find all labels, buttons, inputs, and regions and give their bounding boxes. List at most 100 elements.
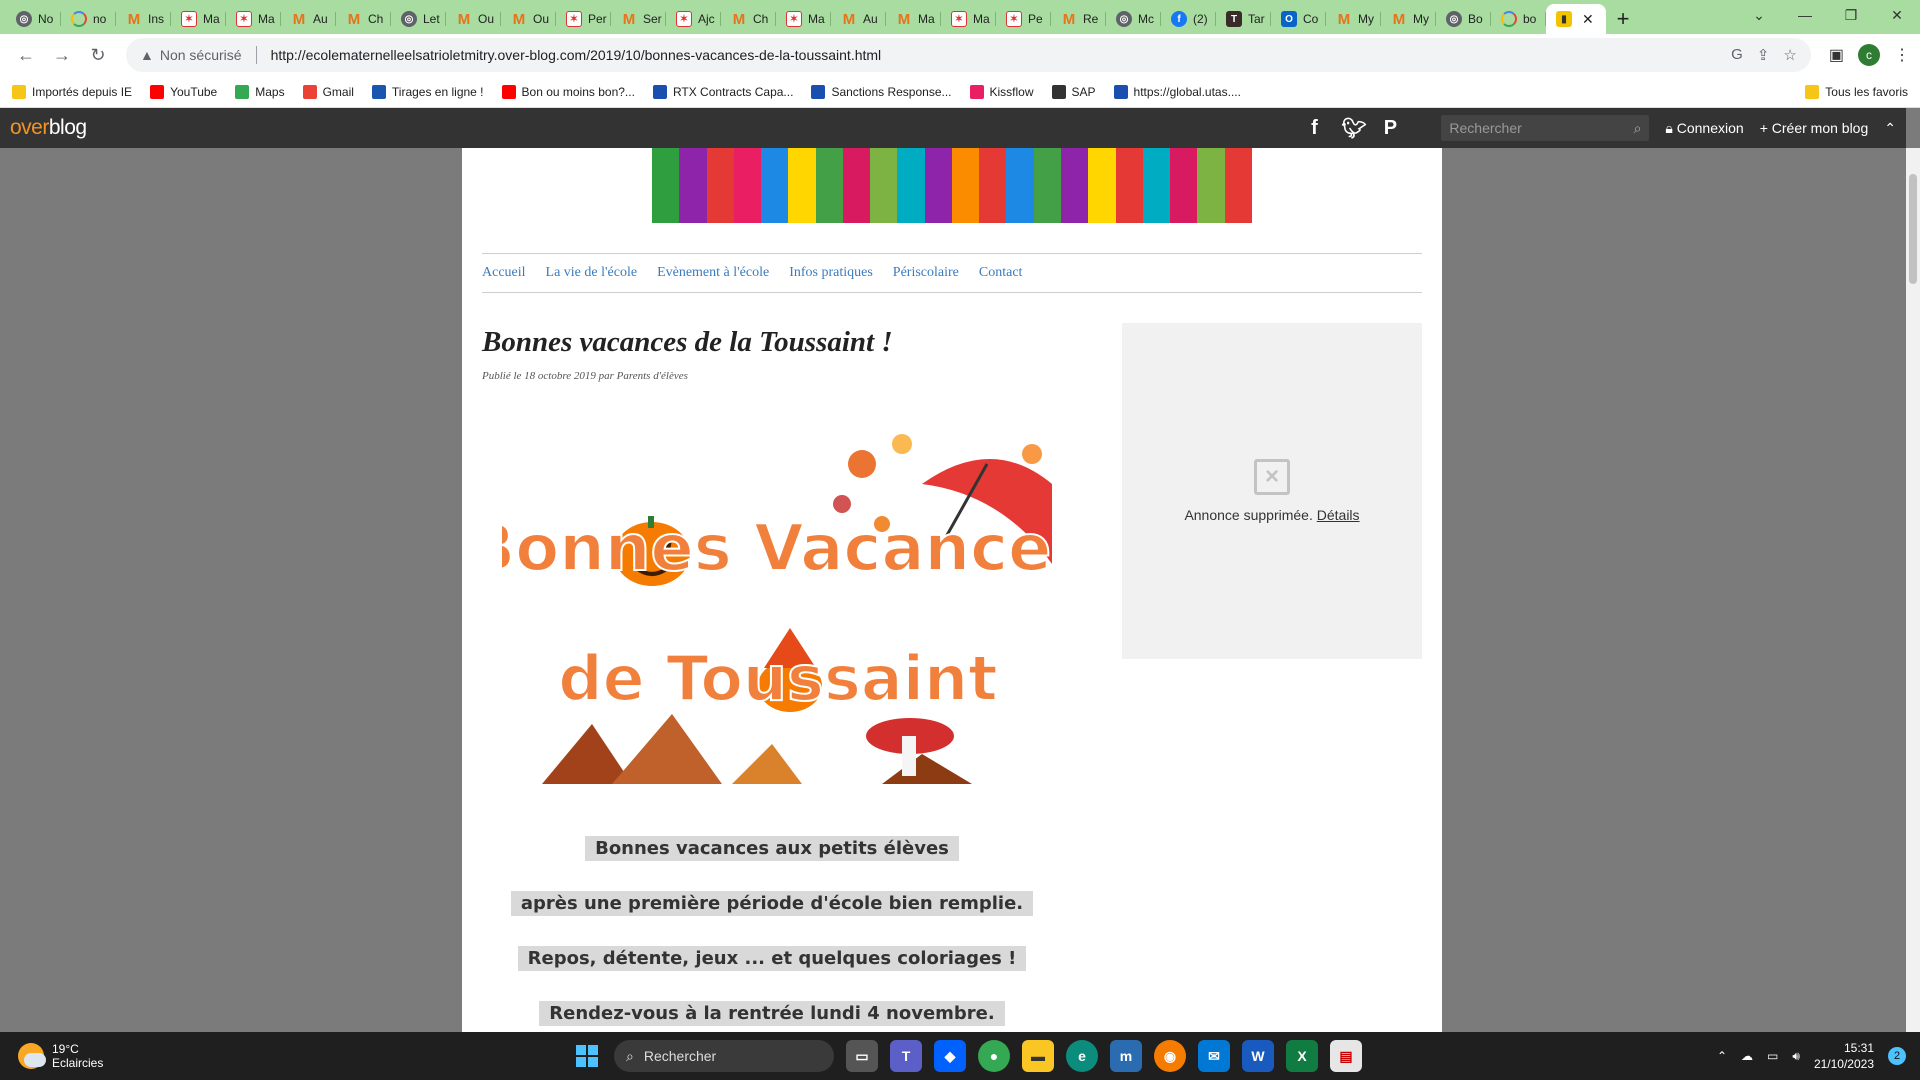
- scrollbar-thumb[interactable]: [1909, 174, 1917, 284]
- tab-item[interactable]: ◎ Mc: [1106, 4, 1161, 34]
- new-tab-button[interactable]: +: [1606, 4, 1640, 34]
- bookmark-star-icon[interactable]: ☆: [1783, 46, 1796, 64]
- tab-item[interactable]: ◎ Bo: [1436, 4, 1491, 34]
- pinterest-icon[interactable]: P: [1379, 117, 1401, 140]
- close-tab-icon[interactable]: ✕: [1582, 11, 1594, 28]
- m-favicon-icon: M: [1062, 10, 1076, 28]
- nav-link[interactable]: Infos pratiques: [789, 265, 873, 281]
- search-icon[interactable]: ⌕: [1634, 120, 1642, 137]
- bookmark-all-favorites[interactable]: Tous les favoris: [1805, 84, 1908, 99]
- facebook-icon[interactable]: f: [1303, 117, 1325, 140]
- address-bar[interactable]: ▲ Non sécurisé http://ecolematernelleels…: [126, 38, 1811, 72]
- notification-badge[interactable]: 2: [1888, 1047, 1906, 1065]
- tab-item[interactable]: bo: [1491, 4, 1546, 34]
- collapse-chevron-icon[interactable]: ⌃: [1884, 120, 1896, 137]
- browser-app-icon[interactable]: ◉: [1154, 1040, 1186, 1072]
- minimize-icon[interactable]: —: [1782, 0, 1828, 30]
- excel-icon[interactable]: X: [1286, 1040, 1318, 1072]
- nav-link[interactable]: Evènement à l'école: [657, 265, 769, 281]
- tab-item[interactable]: O Co: [1271, 4, 1326, 34]
- teams-icon[interactable]: T: [890, 1040, 922, 1072]
- tab-item[interactable]: M Au: [281, 4, 336, 34]
- task-view-icon[interactable]: ▭: [846, 1040, 878, 1072]
- bookmark-item[interactable]: Tirages en ligne !: [371, 84, 484, 99]
- volume-icon[interactable]: 🔊︎: [1792, 1049, 1800, 1064]
- bookmark-item[interactable]: Importés depuis IE: [12, 84, 132, 99]
- overblog-logo[interactable]: overblog: [10, 116, 87, 140]
- nav-link[interactable]: Accueil: [482, 265, 526, 281]
- tab-item[interactable]: ◎ Let: [391, 4, 446, 34]
- edge-icon[interactable]: e: [1066, 1040, 1098, 1072]
- create-blog-link[interactable]: + Créer mon blog: [1760, 120, 1869, 136]
- twitter-icon[interactable]: 🐦︎: [1341, 116, 1366, 141]
- tab-item[interactable]: M Ou: [446, 4, 501, 34]
- tab-item[interactable]: ✶ Per: [556, 4, 611, 34]
- tab-item[interactable]: ✶ Ma: [776, 4, 831, 34]
- bookmark-item[interactable]: https://global.utas....: [1113, 84, 1241, 99]
- app-icon[interactable]: m: [1110, 1040, 1142, 1072]
- tab-item[interactable]: M Ser: [611, 4, 666, 34]
- tab-item[interactable]: M Ch: [336, 4, 391, 34]
- network-icon[interactable]: ▭: [1767, 1049, 1778, 1063]
- taskbar-search[interactable]: ⌕ Rechercher: [614, 1040, 834, 1072]
- mail-icon[interactable]: ✉: [1198, 1040, 1230, 1072]
- forward-arrow-icon[interactable]: →: [46, 39, 78, 71]
- tab-item[interactable]: M Re: [1051, 4, 1106, 34]
- file-explorer-icon[interactable]: ▬: [1022, 1040, 1054, 1072]
- tab-item[interactable]: M Au: [831, 4, 886, 34]
- tab-item[interactable]: ✶ Ajc: [666, 4, 721, 34]
- notepad-icon[interactable]: ▤: [1330, 1040, 1362, 1072]
- profile-avatar[interactable]: c: [1858, 44, 1880, 66]
- ad-details-link[interactable]: Détails: [1317, 507, 1360, 523]
- word-icon[interactable]: W: [1242, 1040, 1274, 1072]
- restore-icon[interactable]: ❐: [1828, 0, 1874, 30]
- tab-active[interactable]: ▮ ✕: [1546, 4, 1606, 34]
- nav-link[interactable]: Périscolaire: [893, 265, 959, 281]
- tab-item[interactable]: ✶ Ma: [171, 4, 226, 34]
- nav-link[interactable]: Contact: [979, 265, 1023, 281]
- bookmark-item[interactable]: SAP: [1051, 84, 1096, 99]
- show-hidden-icons-chevron-icon[interactable]: ⌃: [1717, 1049, 1727, 1063]
- bookmark-item[interactable]: YouTube: [150, 84, 217, 99]
- reload-icon[interactable]: ↻: [82, 39, 114, 71]
- tab-item[interactable]: T Tar: [1216, 4, 1271, 34]
- tab-item[interactable]: M Ins: [116, 4, 171, 34]
- weather-widget[interactable]: 19°C Eclaircies: [0, 1042, 103, 1070]
- page-scrollbar[interactable]: [1906, 148, 1920, 1032]
- back-arrow-icon[interactable]: ←: [10, 39, 42, 71]
- bookmark-item[interactable]: Gmail: [302, 84, 354, 99]
- bookmark-item[interactable]: Sanctions Response...: [811, 84, 952, 99]
- m-favicon-icon: M: [457, 10, 471, 28]
- windows-start-icon[interactable]: [572, 1041, 602, 1071]
- overblog-search-input[interactable]: [1449, 120, 1634, 136]
- dropbox-icon[interactable]: ◆: [934, 1040, 966, 1072]
- bookmark-item[interactable]: Kissflow: [969, 84, 1034, 99]
- tab-item[interactable]: f (2): [1161, 4, 1216, 34]
- tab-item[interactable]: ◎ No: [6, 4, 61, 34]
- share-icon[interactable]: ⇪: [1757, 46, 1770, 64]
- login-link[interactable]: 🔒︎ Connexion: [1665, 120, 1743, 137]
- nav-link[interactable]: La vie de l'école: [546, 265, 638, 281]
- bookmark-item[interactable]: Maps: [235, 84, 285, 99]
- tab-item[interactable]: ✶ Ma: [941, 4, 996, 34]
- security-indicator[interactable]: ▲ Non sécurisé: [140, 47, 242, 63]
- tab-search-chevron-icon[interactable]: ⌄: [1736, 0, 1782, 30]
- close-window-icon[interactable]: ✕: [1874, 0, 1920, 30]
- tab-item[interactable]: M Ma: [886, 4, 941, 34]
- url-text[interactable]: http://ecolematernelleelsatrioletmitry.o…: [271, 47, 1724, 63]
- tab-item[interactable]: no: [61, 4, 116, 34]
- bookmark-item[interactable]: RTX Contracts Capa...: [652, 84, 793, 99]
- tab-item[interactable]: M My: [1326, 4, 1381, 34]
- menu-kebab-icon[interactable]: ⋮: [1894, 45, 1910, 65]
- bookmark-item[interactable]: Bon ou moins bon?...: [501, 84, 635, 99]
- chrome-icon[interactable]: ●: [978, 1040, 1010, 1072]
- tab-item[interactable]: ✶ Ma: [226, 4, 281, 34]
- tab-item[interactable]: M Ou: [501, 4, 556, 34]
- tab-item[interactable]: ✶ Pe: [996, 4, 1051, 34]
- side-panel-icon[interactable]: ▣: [1829, 45, 1844, 65]
- onedrive-icon[interactable]: ☁: [1741, 1049, 1753, 1063]
- google-lens-icon[interactable]: G: [1731, 46, 1743, 64]
- clock[interactable]: 15:31 21/10/2023: [1814, 1040, 1874, 1072]
- tab-item[interactable]: M My: [1381, 4, 1436, 34]
- tab-item[interactable]: M Ch: [721, 4, 776, 34]
